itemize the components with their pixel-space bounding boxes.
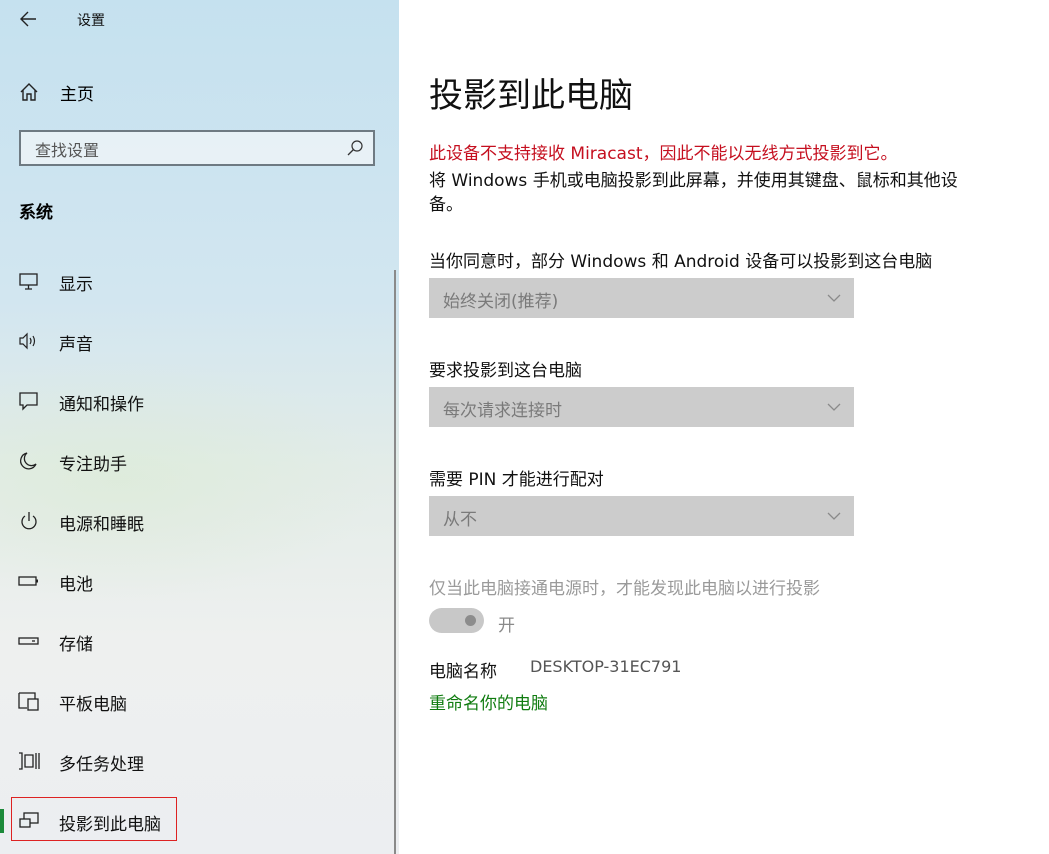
- sidebar-item-power-sleep[interactable]: 电源和睡眠: [0, 501, 399, 541]
- tablet-icon: [18, 691, 40, 711]
- section-title: 系统: [19, 203, 53, 223]
- sidebar-item-storage[interactable]: 存储: [0, 621, 399, 661]
- setting-pin-label: 需要 PIN 才能进行配对: [429, 470, 604, 490]
- sidebar-item-label: 电池: [59, 575, 93, 595]
- page-title: 投影到此电脑: [429, 76, 633, 116]
- sidebar-item-label: 声音: [59, 335, 93, 355]
- search-input[interactable]: [33, 137, 337, 163]
- app-title: 设置: [77, 13, 105, 29]
- sidebar-item-label: 存储: [59, 635, 93, 655]
- power-icon: [18, 511, 40, 531]
- sidebar: 设置 主页 系统 显示 声音 通知和操作 专注助手 电源和睡眠 电池 存储: [0, 0, 399, 854]
- home-nav-item[interactable]: 主页: [18, 79, 94, 105]
- highlight-box: [11, 797, 177, 841]
- back-arrow-icon[interactable]: [18, 8, 40, 30]
- toggle-knob: [465, 615, 476, 626]
- moon-icon: [18, 451, 40, 471]
- sidebar-item-label: 专注助手: [59, 455, 127, 475]
- search-icon[interactable]: [345, 138, 365, 158]
- dropdown-value: 始终关闭(推荐): [443, 292, 559, 312]
- miracast-warning: 此设备不支持接收 Miracast，因此不能以无线方式投影到它。: [429, 144, 898, 164]
- pc-name-label: 电脑名称: [429, 662, 497, 682]
- battery-icon: [18, 571, 40, 591]
- monitor-icon: [18, 271, 40, 291]
- sidebar-item-battery[interactable]: 电池: [0, 561, 399, 601]
- rename-pc-link[interactable]: 重命名你的电脑: [429, 689, 548, 714]
- home-label: 主页: [60, 84, 94, 105]
- dropdown-value: 每次请求连接时: [443, 401, 562, 421]
- sidebar-item-display[interactable]: 显示: [0, 261, 399, 301]
- home-icon: [18, 81, 40, 103]
- toggle-state-label: 开: [498, 616, 515, 636]
- sidebar-item-multitasking[interactable]: 多任务处理: [0, 741, 399, 781]
- sidebar-item-label: 电源和睡眠: [59, 515, 144, 535]
- setting-allow-label: 当你同意时，部分 Windows 和 Android 设备可以投影到这台电脑: [429, 252, 933, 272]
- power-toggle[interactable]: [429, 608, 484, 633]
- chevron-down-icon: [826, 508, 842, 524]
- sidebar-item-notifications[interactable]: 通知和操作: [0, 381, 399, 421]
- ask-projection-dropdown[interactable]: 每次请求连接时: [429, 387, 854, 427]
- sidebar-item-sound[interactable]: 声音: [0, 321, 399, 361]
- multitask-icon: [18, 751, 40, 771]
- sidebar-item-label: 显示: [59, 275, 93, 295]
- sidebar-item-focus-assist[interactable]: 专注助手: [0, 441, 399, 481]
- sidebar-item-label: 通知和操作: [59, 395, 144, 415]
- chevron-down-icon: [826, 399, 842, 415]
- power-setting-label: 仅当此电脑接通电源时，才能发现此电脑以进行投影: [429, 579, 820, 599]
- allow-projection-dropdown[interactable]: 始终关闭(推荐): [429, 278, 854, 318]
- pin-pairing-dropdown[interactable]: 从不: [429, 496, 854, 536]
- search-box[interactable]: [19, 130, 375, 166]
- notification-icon: [18, 391, 40, 411]
- description-text: 将 Windows 手机或电脑投影到此屏幕，并使用其键盘、鼠标和其他设备。: [429, 171, 958, 215]
- sidebar-scrollbar[interactable]: [394, 270, 396, 854]
- sidebar-item-label: 多任务处理: [59, 755, 144, 775]
- sidebar-item-label: 平板电脑: [59, 695, 127, 715]
- active-indicator: [0, 809, 4, 833]
- pc-name-value: DESKTOP-31EC791: [530, 657, 682, 676]
- speaker-icon: [18, 331, 40, 351]
- dropdown-value: 从不: [443, 510, 477, 530]
- sidebar-item-tablet[interactable]: 平板电脑: [0, 681, 399, 721]
- storage-icon: [18, 631, 40, 651]
- chevron-down-icon: [826, 290, 842, 306]
- setting-ask-label: 要求投影到这台电脑: [429, 361, 582, 381]
